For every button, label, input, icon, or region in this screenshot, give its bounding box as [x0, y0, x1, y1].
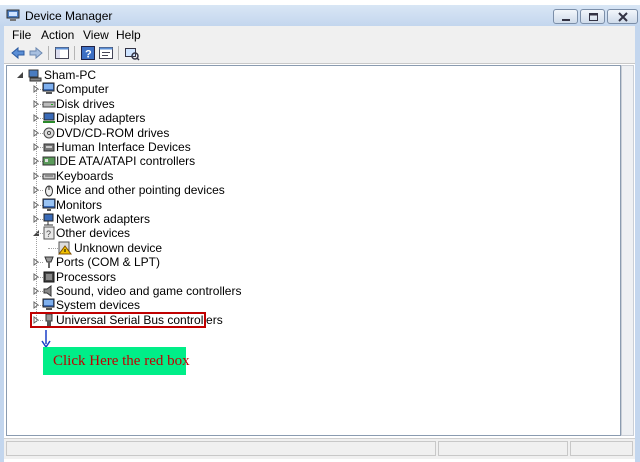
computer-icon — [42, 82, 55, 95]
tree-item-label: Other devices — [56, 226, 131, 241]
menu-help[interactable]: Help — [116, 28, 141, 42]
ide-controller-icon — [42, 156, 56, 166]
tree-item[interactable]: Computer — [32, 82, 272, 96]
tree-item-label: Ports (COM & LPT) — [56, 255, 161, 270]
tree-item[interactable]: Sound, video and game controllers — [32, 284, 272, 298]
monitor-icon — [42, 198, 56, 211]
tree-item[interactable]: IDE ATA/ATAPI controllers — [32, 154, 272, 168]
minimize-icon — [562, 19, 570, 21]
display-adapter-icon — [43, 112, 55, 124]
device-manager-app-icon — [6, 9, 20, 21]
computer-root-icon — [28, 69, 42, 82]
show-hide-console-tree-icon[interactable] — [54, 45, 70, 61]
menu-bar: File Action View Help — [4, 26, 635, 43]
status-bar — [4, 438, 635, 459]
help-icon[interactable]: ? — [80, 45, 96, 61]
tree-item[interactable]: DVD/CD-ROM drives — [32, 126, 272, 140]
minimize-button[interactable] — [553, 9, 578, 24]
properties-icon[interactable] — [98, 45, 114, 61]
tree-item[interactable]: Display adapters — [32, 111, 272, 125]
mouse-icon — [45, 185, 53, 197]
tree-item-label: Network adapters — [56, 212, 151, 226]
window-title: Device Manager — [25, 9, 113, 23]
tree-item[interactable]: Mice and other pointing devices — [32, 183, 272, 197]
tree-root-label: Sham-PC — [44, 68, 97, 82]
tree-item-label: Computer — [56, 82, 109, 97]
close-icon — [618, 12, 628, 22]
window-border-left — [0, 26, 4, 462]
tree-item[interactable]: Monitors — [32, 198, 272, 212]
toolbar: ? — [4, 43, 635, 64]
tree-item-label: Monitors — [56, 197, 103, 212]
menu-action[interactable]: Action — [41, 28, 74, 42]
tree-item-label: DVD/CD-ROM drives — [56, 125, 170, 140]
toolbar-separator — [48, 46, 49, 60]
svg-text:?: ? — [46, 229, 51, 239]
window-border-right — [635, 26, 640, 462]
tree-item[interactable]: Network adapters — [32, 212, 272, 226]
maximize-button[interactable] — [580, 9, 605, 24]
tree-root[interactable]: Sham-PC — [16, 68, 136, 82]
tree-item-label: IDE ATA/ATAPI controllers — [56, 154, 196, 169]
highlight-red-box — [30, 312, 206, 328]
other-devices-icon: ? — [43, 226, 55, 240]
svg-text:?: ? — [85, 49, 92, 61]
tree-item-label: Processors — [56, 269, 117, 284]
processor-icon — [43, 271, 55, 283]
network-adapter-icon — [43, 213, 54, 226]
title-bar[interactable]: Device Manager — [0, 5, 640, 26]
menu-view[interactable]: View — [83, 28, 109, 42]
status-cell — [438, 441, 568, 456]
hid-icon — [43, 143, 55, 152]
tree-item[interactable]: Processors — [32, 270, 272, 284]
scan-hardware-changes-icon[interactable] — [124, 45, 140, 61]
keyboard-icon — [42, 173, 56, 180]
vertical-scrollbar[interactable] — [621, 65, 634, 436]
menu-file[interactable]: File — [12, 28, 31, 42]
tree-item-label: Human Interface Devices — [56, 140, 191, 154]
tree-guide-line — [48, 247, 58, 249]
unknown-device-warning-icon — [58, 241, 72, 255]
back-arrow-icon[interactable] — [10, 45, 26, 61]
sound-icon — [43, 285, 52, 297]
tree-item-label: Display adapters — [56, 111, 146, 126]
tree-item[interactable]: Disk drives — [32, 97, 272, 111]
tree-item-label: Mice and other pointing devices — [56, 183, 225, 198]
tree-child-label: Unknown device — [74, 240, 163, 255]
close-button[interactable] — [607, 9, 638, 24]
tree-item[interactable]: Human Interface Devices — [32, 140, 272, 154]
tree-item-label: Disk drives — [56, 96, 115, 111]
tree-item[interactable]: Ports (COM & LPT) — [32, 255, 272, 269]
tree-item[interactable]: ? Other devices — [32, 226, 272, 240]
tree-item[interactable]: Keyboards — [32, 169, 272, 183]
toolbar-separator — [118, 46, 119, 60]
tree-child-item[interactable]: Unknown device — [46, 241, 206, 255]
disk-drive-icon — [42, 101, 56, 108]
status-cell — [570, 441, 633, 456]
system-devices-icon — [42, 298, 55, 311]
status-cell — [6, 441, 436, 456]
port-icon — [44, 256, 54, 269]
callout-text: Click Here the red box — [53, 353, 190, 369]
toolbar-separator — [74, 46, 75, 60]
annotation-callout: Click Here the red box — [43, 347, 190, 375]
dvd-drive-icon — [43, 127, 55, 139]
collapse-arrow-icon[interactable] — [16, 71, 24, 79]
tree-item-label: Keyboards — [56, 168, 114, 183]
forward-arrow-icon[interactable] — [28, 45, 44, 61]
tree-item[interactable]: System devices — [32, 298, 272, 312]
maximize-icon — [589, 13, 598, 21]
tree-item-label: Sound, video and game controllers — [56, 284, 242, 298]
tree-item-label: System devices — [56, 298, 141, 313]
